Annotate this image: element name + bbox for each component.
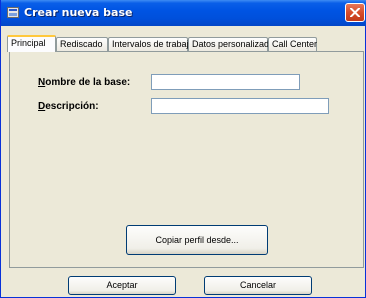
cancelar-button[interactable]: Cancelar [204,276,312,295]
tab-call-center[interactable]: Call Center [268,37,317,51]
descripcion-label-text: escripción: [45,101,99,112]
nombre-label-text: ombre de la base: [45,77,131,88]
descripcion-input[interactable] [151,98,329,114]
title-bar[interactable]: Crear nueva base [1,0,366,26]
aceptar-button[interactable]: Aceptar [68,276,176,295]
tab-datos-personalizados[interactable]: Datos personalizados [188,37,279,51]
nombre-de-la-base-input[interactable] [151,74,300,90]
dialog-window: Crear nueva base Principal Rediscado Int… [0,0,366,298]
window-title: Crear nueva base [24,6,133,19]
close-icon [350,8,360,17]
close-button[interactable] [345,3,365,22]
tab-panel-principal: Nombre de la base: Descripción: Copiar p… [9,51,364,268]
copiar-perfil-button[interactable]: Copiar perfil desde... [126,225,268,255]
descripcion-label: Descripción: [38,101,99,112]
nombre-label: Nombre de la base: [38,77,130,88]
tab-principal[interactable]: Principal [7,35,56,52]
tab-intervalos-de-trabajo[interactable]: Intervalos de trabajo [108,37,194,51]
tab-rediscado[interactable]: Rediscado [56,37,108,51]
app-form-icon [7,7,19,18]
